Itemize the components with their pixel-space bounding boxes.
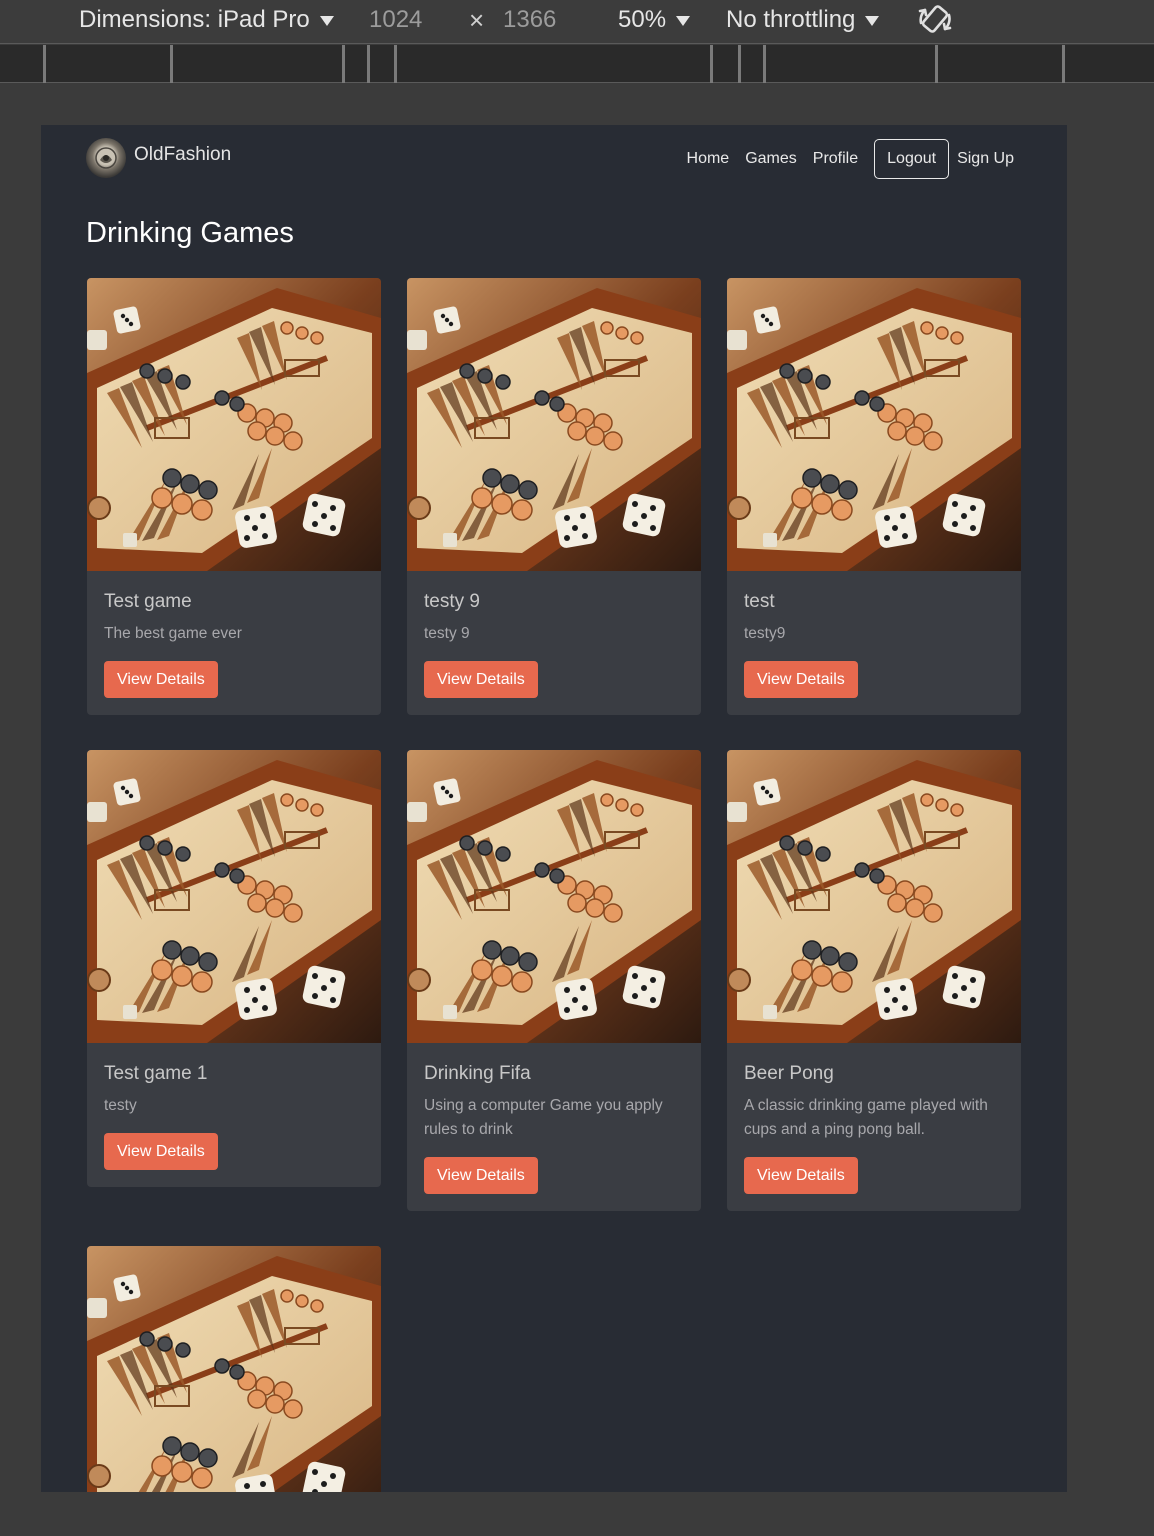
card-body: Beer Pong A classic drinking game played…: [727, 1043, 1021, 1211]
ruler-tick[interactable]: [1062, 45, 1065, 83]
game-card: [87, 1246, 381, 1492]
game-title: testy 9: [424, 591, 480, 612]
card-body: test testy9 View Details: [727, 571, 1021, 715]
view-details-button[interactable]: View Details: [744, 661, 858, 698]
zoom-dropdown[interactable]: 50%: [618, 4, 691, 36]
throttling-label: No throttling: [726, 6, 856, 33]
ruler-tick[interactable]: [367, 45, 370, 83]
zoom-label: 50%: [618, 6, 667, 33]
chevron-down-icon: [865, 15, 880, 26]
game-card: Test game 1 testy View Details: [87, 750, 381, 1187]
game-title: Test game: [104, 591, 192, 612]
game-description: Using a computer Game you apply rules to…: [424, 1097, 663, 1138]
game-title: Test game 1: [104, 1063, 208, 1084]
game-description: The best game ever: [104, 625, 242, 642]
game-title: test: [744, 591, 775, 612]
backgammon-board-image: [87, 278, 381, 571]
game-card: test testy9 View Details: [727, 278, 1021, 715]
nav-links: Home Games Profile Logout Sign Up: [671, 139, 1014, 179]
game-description: A classic drinking game played with cups…: [744, 1097, 988, 1138]
game-card: Drinking Fifa Using a computer Game you …: [407, 750, 701, 1211]
nav-link-sign-up[interactable]: Sign Up: [957, 150, 1014, 168]
logout-button[interactable]: Logout: [874, 139, 950, 179]
game-description: testy9: [744, 625, 786, 642]
page-title: Drinking Games: [86, 217, 294, 249]
nav-link-games[interactable]: Games: [745, 150, 797, 168]
backgammon-board-image: [727, 278, 1021, 571]
ruler-tick[interactable]: [763, 45, 766, 83]
navbar: OldFashion Home Games Profile Logout Sig…: [41, 125, 1067, 195]
card-body: testy 9 testy 9 View Details: [407, 571, 701, 715]
view-details-button[interactable]: View Details: [104, 661, 218, 698]
chevron-down-icon: [676, 15, 691, 26]
width-input[interactable]: 1024: [369, 4, 422, 36]
media-query-ruler: [0, 45, 1154, 83]
backgammon-board-image: [87, 1246, 381, 1492]
backgammon-board-image: [87, 750, 381, 1043]
game-card: testy 9 testy 9 View Details: [407, 278, 701, 715]
ruler-tick[interactable]: [935, 45, 938, 83]
brand-name[interactable]: OldFashion: [134, 144, 231, 166]
game-description: testy: [104, 1097, 137, 1114]
ruler-tick[interactable]: [394, 45, 397, 83]
ruler-tick[interactable]: [342, 45, 345, 83]
dimensions-label: Dimensions: iPad Pro: [79, 6, 310, 33]
view-details-button[interactable]: View Details: [744, 1157, 858, 1194]
brand-logo-icon[interactable]: [86, 138, 126, 178]
emulated-viewport: OldFashion Home Games Profile Logout Sig…: [41, 125, 1067, 1492]
ruler-tick[interactable]: [43, 45, 46, 83]
game-card: Test game The best game ever View Detail…: [87, 278, 381, 715]
card-body: Test game The best game ever View Detail…: [87, 571, 381, 715]
nav-link-profile[interactable]: Profile: [813, 150, 858, 168]
chevron-down-icon: [319, 15, 334, 26]
backgammon-board-image: [407, 750, 701, 1043]
device-toolbar: Dimensions: iPad Pro 1024 × 1366 50% No …: [0, 0, 1154, 44]
height-input[interactable]: 1366: [503, 4, 556, 36]
game-title: Beer Pong: [744, 1063, 834, 1084]
card-body: Drinking Fifa Using a computer Game you …: [407, 1043, 701, 1211]
game-title: Drinking Fifa: [424, 1063, 531, 1084]
ruler-tick[interactable]: [710, 45, 713, 83]
card-body: Test game 1 testy View Details: [87, 1043, 381, 1187]
view-details-button[interactable]: View Details: [424, 1157, 538, 1194]
backgammon-board-image: [407, 278, 701, 571]
dimensions-dropdown[interactable]: Dimensions: iPad Pro: [79, 4, 334, 36]
backgammon-board-image: [727, 750, 1021, 1043]
view-details-button[interactable]: View Details: [424, 661, 538, 698]
times-icon: ×: [469, 5, 485, 35]
view-details-button[interactable]: View Details: [104, 1133, 218, 1170]
nav-link-home[interactable]: Home: [687, 150, 730, 168]
ruler-tick[interactable]: [738, 45, 741, 83]
rotate-device-icon[interactable]: [916, 2, 956, 38]
ruler-tick[interactable]: [170, 45, 173, 83]
throttling-dropdown[interactable]: No throttling: [726, 4, 880, 36]
game-card: Beer Pong A classic drinking game played…: [727, 750, 1021, 1211]
game-description: testy 9: [424, 625, 470, 642]
